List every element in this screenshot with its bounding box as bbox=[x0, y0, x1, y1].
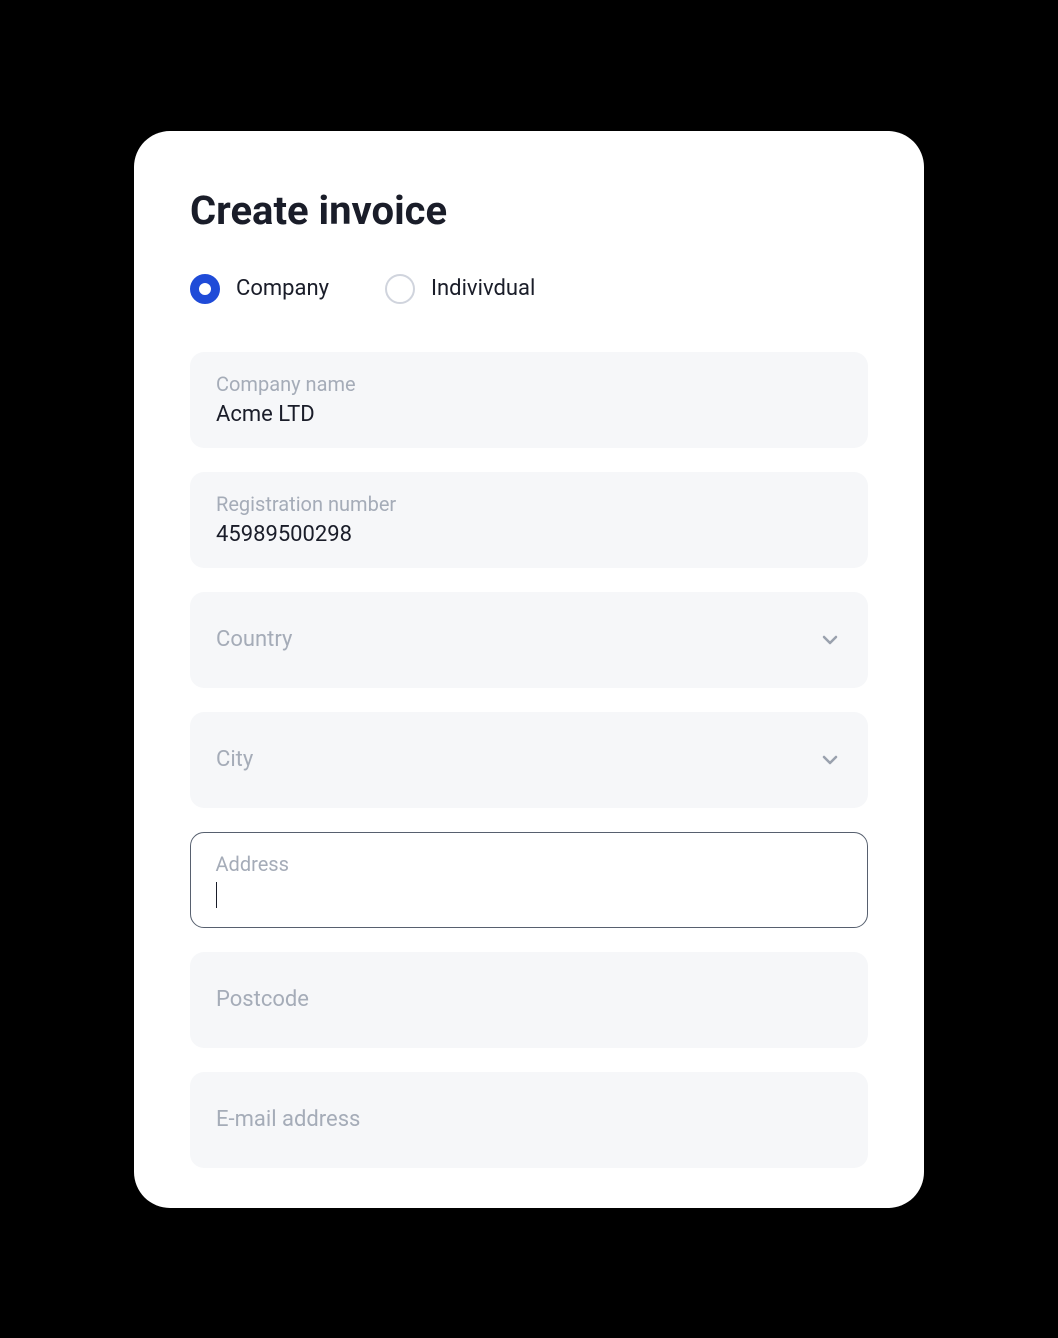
chevron-down-icon bbox=[818, 628, 842, 652]
radio-label: Company bbox=[236, 276, 329, 301]
radio-option-company[interactable]: Company bbox=[190, 274, 329, 304]
registration-number-field[interactable]: Registration number 45989500298 bbox=[190, 472, 868, 568]
email-field[interactable]: E-mail address bbox=[190, 1072, 868, 1168]
field-value: Acme LTD bbox=[216, 402, 842, 427]
radio-option-individual[interactable]: Indivivdual bbox=[385, 274, 535, 304]
field-label: E-mail address bbox=[216, 1107, 360, 1132]
entity-type-selector: Company Indivivdual bbox=[190, 274, 868, 304]
field-label: Company name bbox=[216, 372, 842, 396]
field-label: Postcode bbox=[216, 987, 309, 1012]
address-field[interactable]: Address bbox=[190, 832, 868, 928]
chevron-down-icon bbox=[818, 748, 842, 772]
postcode-field[interactable]: Postcode bbox=[190, 952, 868, 1048]
field-value: 45989500298 bbox=[216, 522, 842, 547]
field-input bbox=[216, 882, 843, 908]
field-label: Address bbox=[216, 852, 843, 876]
field-label: Registration number bbox=[216, 492, 842, 516]
radio-label: Indivivdual bbox=[431, 276, 535, 301]
page-title: Create invoice bbox=[190, 187, 868, 234]
field-label: Country bbox=[216, 627, 292, 652]
radio-icon bbox=[190, 274, 220, 304]
field-label: City bbox=[216, 747, 253, 772]
fields-container: Company name Acme LTD Registration numbe… bbox=[190, 352, 868, 1168]
city-select[interactable]: City bbox=[190, 712, 868, 808]
country-select[interactable]: Country bbox=[190, 592, 868, 688]
company-name-field[interactable]: Company name Acme LTD bbox=[190, 352, 868, 448]
radio-icon bbox=[385, 274, 415, 304]
text-cursor-icon bbox=[216, 882, 218, 908]
invoice-form-card: Create invoice Company Indivivdual Compa… bbox=[134, 131, 924, 1208]
